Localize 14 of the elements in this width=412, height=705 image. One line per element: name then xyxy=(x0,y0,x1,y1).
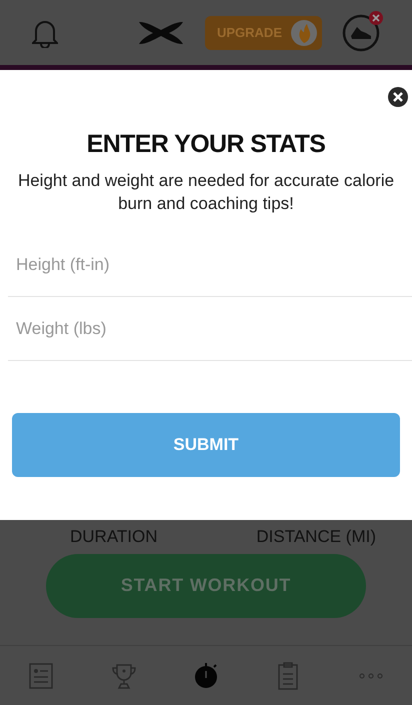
alert-badge-icon xyxy=(368,10,384,26)
input-field[interactable]: Height (ft-in) xyxy=(8,233,412,297)
logo-icon xyxy=(136,20,185,46)
distance-label: DISTANCE (MI) xyxy=(256,526,376,548)
input-field[interactable]: Weight (lbs) xyxy=(8,297,412,361)
flame-badge-icon xyxy=(290,18,318,46)
start-workout-button[interactable]: START WORKOUT xyxy=(46,554,366,618)
close-button[interactable] xyxy=(388,87,408,107)
shoe-avatar-icon[interactable] xyxy=(342,14,380,52)
feed-icon[interactable] xyxy=(27,660,56,690)
submit-button[interactable]: SUBMIT xyxy=(12,413,400,477)
dialog-message: Height and weight are needed for accurate calorie burn and coaching tips! xyxy=(16,170,396,215)
duration-label: DURATION xyxy=(70,526,158,548)
dialog-title: ENTER YOUR STATS xyxy=(86,132,326,157)
